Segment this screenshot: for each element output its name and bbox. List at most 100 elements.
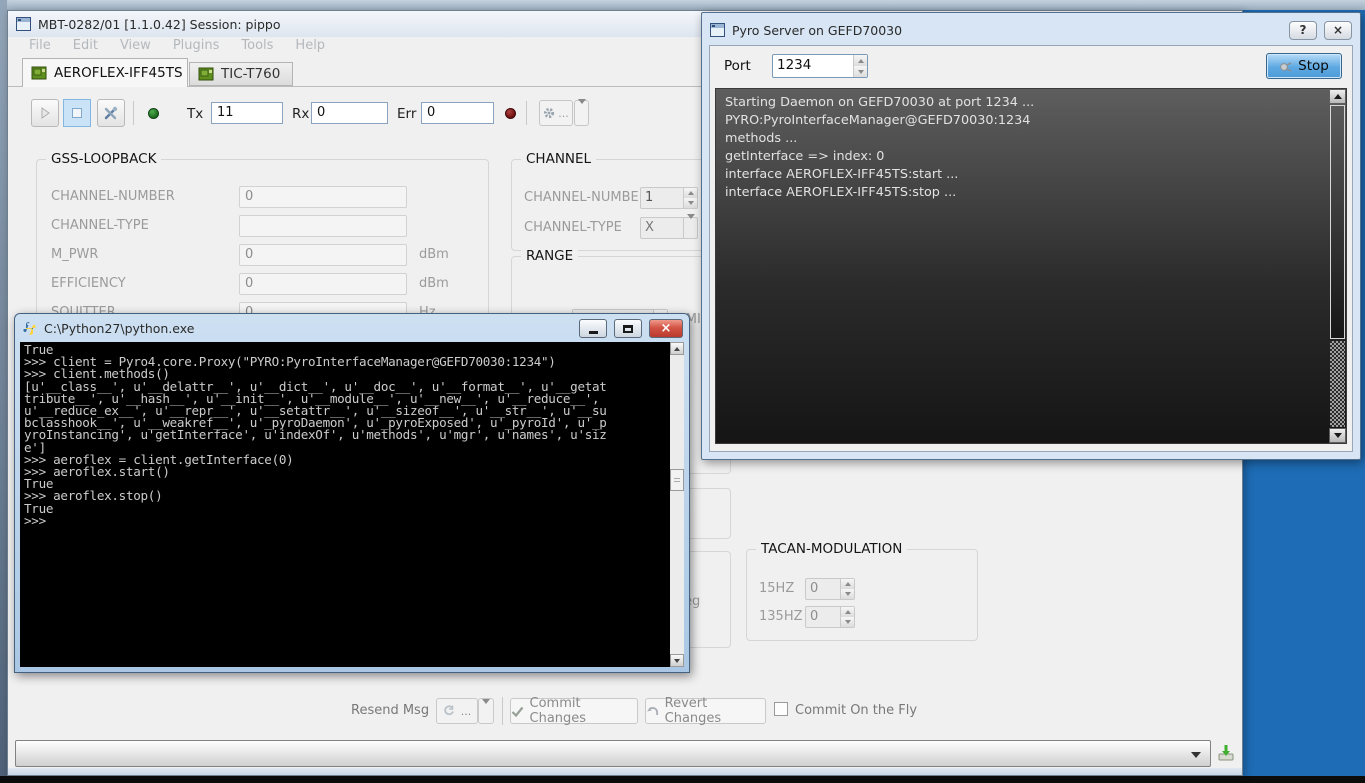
port-label: Port bbox=[724, 58, 751, 74]
menu-item-edit[interactable]: Edit bbox=[62, 37, 109, 57]
channel-type-input[interactable] bbox=[239, 215, 407, 237]
log-line: getInterface => index: 0 bbox=[725, 148, 1324, 166]
tx-count-field[interactable]: 11 bbox=[211, 102, 283, 124]
pyro-log-lines: Starting Daemon on GEFD70030 at port 123… bbox=[725, 94, 1324, 202]
main-window-title: MBT-0282/01 [1.1.0.42] Session: pippo bbox=[38, 17, 280, 32]
desktop-top-edge bbox=[0, 0, 1365, 10]
console-line: >>> aeroflex.start() bbox=[24, 466, 666, 478]
play-icon bbox=[39, 107, 51, 119]
import-icon bbox=[1217, 744, 1235, 762]
tacan-title: TACAN-MODULATION bbox=[756, 541, 907, 557]
close-icon: × bbox=[1333, 23, 1343, 37]
device-chip-icon bbox=[198, 67, 215, 81]
options-button[interactable]: ... bbox=[539, 100, 573, 126]
tab-aeroflex-iff45ts[interactable]: AEROFLEX-IFF45TS bbox=[22, 58, 188, 87]
commit-changes-button[interactable]: Commit Changes bbox=[510, 698, 638, 724]
tx-label: Tx bbox=[187, 106, 203, 122]
log-line: PYRO:PyroInterfaceManager@GEFD70030:1234 bbox=[725, 112, 1324, 130]
log-line: methods ... bbox=[725, 130, 1324, 148]
close-icon: × bbox=[661, 321, 672, 336]
commit-on-the-fly-checkbox[interactable] bbox=[774, 702, 788, 716]
console-line: >>> aeroflex.stop() bbox=[24, 490, 666, 502]
chevron-down-icon bbox=[1191, 752, 1201, 758]
python-console-scrollbar[interactable] bbox=[670, 342, 684, 667]
stop-button[interactable] bbox=[63, 99, 91, 127]
revert-changes-button[interactable]: Revert Changes bbox=[645, 698, 766, 724]
log-line: interface AEROFLEX-IFF45TS:stop ... bbox=[725, 184, 1324, 202]
python-titlebar[interactable]: C:\Python27\python.exe × bbox=[22, 318, 683, 339]
scrollbar-thumb[interactable] bbox=[1330, 105, 1345, 339]
desktop-left-edge bbox=[0, 0, 7, 776]
gear-icon bbox=[543, 107, 555, 119]
help-icon: ? bbox=[1300, 23, 1307, 37]
menu-item-file[interactable]: File bbox=[18, 37, 62, 57]
efficiency-label: EFFICIENCY bbox=[51, 276, 126, 291]
options-dropdown-button[interactable] bbox=[574, 100, 589, 126]
scroll-down-icon[interactable] bbox=[670, 654, 684, 667]
maximize-icon bbox=[623, 325, 633, 333]
message-combobox[interactable] bbox=[15, 740, 1211, 767]
minimize-icon bbox=[589, 331, 598, 334]
channel-group-title: CHANNEL bbox=[521, 151, 596, 167]
tab-label: AEROFLEX-IFF45TS bbox=[54, 65, 183, 81]
chevron-down-icon bbox=[578, 104, 586, 123]
m-pwr-input[interactable]: 0 bbox=[239, 244, 407, 266]
resend-button[interactable]: ... bbox=[436, 698, 478, 724]
scroll-up-icon[interactable] bbox=[670, 342, 684, 355]
app-icon bbox=[710, 23, 725, 37]
stop-server-label: Stop bbox=[1298, 58, 1329, 74]
scroll-up-icon[interactable] bbox=[1329, 89, 1346, 104]
pyro-server-window: Pyro Server on GEFD70030 ? × Port 1234 S… bbox=[701, 12, 1361, 460]
err-count-field[interactable]: 0 bbox=[421, 102, 494, 124]
field-unit: dBm bbox=[419, 276, 449, 291]
pyro-log-console: Starting Daemon on GEFD70030 at port 123… bbox=[715, 88, 1347, 444]
field-row: CHANNEL-TYPE bbox=[37, 215, 488, 239]
help-button[interactable]: ? bbox=[1289, 21, 1317, 40]
python-console[interactable]: True>>> client = Pyro4.core.Proxy("PYRO:… bbox=[20, 342, 684, 667]
stop-server-button[interactable]: Stop bbox=[1266, 53, 1342, 79]
tx-status-led bbox=[148, 108, 159, 119]
tacan-15hz-label: 15HZ bbox=[759, 581, 794, 596]
pyro-body: Port 1234 Stop Starting Daemon on GEFD70… bbox=[709, 45, 1353, 452]
pyro-titlebar[interactable]: Pyro Server on GEFD70030 ? × bbox=[710, 19, 1352, 41]
menu-item-tools[interactable]: Tools bbox=[230, 37, 284, 57]
rx-count-field[interactable]: 0 bbox=[311, 102, 388, 124]
channel-type-label: CHANNEL-TYPE bbox=[524, 220, 622, 235]
tacan-15hz-spinner[interactable]: 0 bbox=[805, 578, 855, 600]
field-row: CHANNEL-NUMBER 0 bbox=[37, 186, 488, 210]
resend-dropdown-button[interactable] bbox=[478, 698, 494, 724]
scrollbar-track[interactable] bbox=[1330, 341, 1345, 427]
channel-number-spinner[interactable]: 1 bbox=[640, 187, 698, 209]
channel-number-label: CHANNEL-NUMBER bbox=[524, 190, 648, 205]
maximize-button[interactable] bbox=[614, 319, 642, 338]
close-button[interactable]: × bbox=[649, 319, 683, 338]
scroll-down-icon[interactable] bbox=[1329, 428, 1346, 443]
tacan-modulation-group: TACAN-MODULATION 15HZ 0 135HZ 0 bbox=[746, 549, 978, 641]
console-line: True bbox=[24, 503, 666, 515]
import-button[interactable] bbox=[1217, 744, 1235, 766]
tab-tic-t760[interactable]: TIC-T760 bbox=[189, 62, 293, 86]
channel-number-input[interactable]: 0 bbox=[239, 186, 407, 208]
menu-item-plugins[interactable]: Plugins bbox=[162, 37, 231, 57]
port-spinner[interactable]: 1234 bbox=[772, 54, 868, 78]
toolbar-separator bbox=[526, 101, 527, 125]
undo-icon bbox=[646, 706, 659, 717]
channel-type-combo[interactable]: X bbox=[640, 217, 698, 239]
tacan-135hz-spinner[interactable]: 0 bbox=[805, 606, 855, 628]
minimize-button[interactable] bbox=[579, 319, 607, 338]
chevron-down-icon bbox=[687, 219, 695, 238]
rx-label: Rx bbox=[292, 106, 309, 122]
close-button[interactable]: × bbox=[1324, 21, 1352, 40]
pyro-console-scrollbar[interactable] bbox=[1329, 89, 1346, 443]
menu-item-help[interactable]: Help bbox=[284, 37, 336, 57]
commit-changes-label: Commit Changes bbox=[530, 696, 638, 726]
taskbar-edge bbox=[0, 776, 1365, 783]
channel-type-label: CHANNEL-TYPE bbox=[51, 218, 149, 233]
gss-loopback-title: GSS-LOOPBACK bbox=[46, 151, 161, 167]
play-button[interactable] bbox=[31, 99, 59, 127]
efficiency-input[interactable]: 0 bbox=[239, 273, 407, 295]
configure-button[interactable] bbox=[97, 99, 125, 127]
menu-item-view[interactable]: View bbox=[109, 37, 162, 57]
scrollbar-thumb[interactable] bbox=[670, 469, 684, 491]
channel-number-label: CHANNEL-NUMBER bbox=[51, 189, 175, 204]
